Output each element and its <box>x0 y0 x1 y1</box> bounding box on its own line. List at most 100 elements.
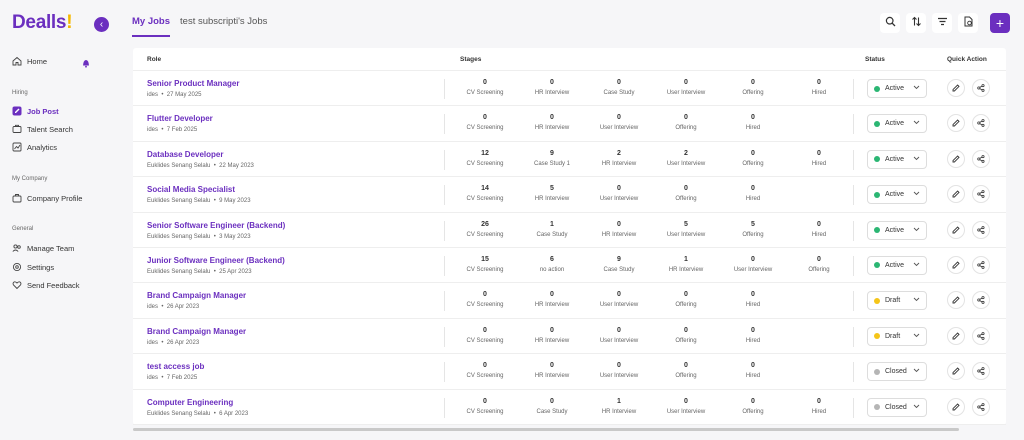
stage-cell[interactable]: 0 HR Interview <box>517 291 587 308</box>
sidebar-item-manage-team[interactable]: Manage Team <box>12 242 74 254</box>
stage-cell[interactable]: 12 CV Screening <box>450 150 520 167</box>
edit-job-button[interactable] <box>947 114 965 133</box>
stage-cell[interactable]: 5 Offering <box>718 221 788 238</box>
stage-cell[interactable]: 0 Offering <box>718 398 788 415</box>
stage-cell[interactable]: 0 Case Study <box>584 79 654 96</box>
stage-cell[interactable]: 0 HR Interview <box>517 362 587 379</box>
stage-cell[interactable]: 0 CV Screening <box>450 362 520 379</box>
edit-job-button[interactable] <box>947 149 965 168</box>
table-row[interactable]: Junior Software Engineer (Backend) Euklid… <box>133 248 1006 284</box>
edit-job-button[interactable] <box>947 220 965 239</box>
job-title-link[interactable]: Social Media Specialist <box>147 185 235 194</box>
stage-cell[interactable]: 0 User Interview <box>651 398 721 415</box>
share-job-button[interactable] <box>972 362 990 381</box>
add-job-button[interactable]: + <box>990 13 1010 33</box>
table-row[interactable]: Social Media Specialist Euklides Senang S… <box>133 177 1006 213</box>
stage-cell[interactable]: 0 User Interview <box>584 362 654 379</box>
stage-cell[interactable]: 0 User Interview <box>584 327 654 344</box>
search-button[interactable] <box>880 13 900 33</box>
stage-cell[interactable]: 0 CV Screening <box>450 79 520 96</box>
job-title-link[interactable]: Flutter Developer <box>147 114 213 123</box>
stage-cell[interactable]: 0 HR Interview <box>517 114 587 131</box>
stage-cell[interactable]: 0 User Interview <box>584 185 654 202</box>
stage-cell[interactable]: 9 Case Study <box>584 256 654 273</box>
share-job-button[interactable] <box>972 114 990 133</box>
job-title-link[interactable]: test access job <box>147 362 204 371</box>
stage-cell[interactable]: 9 Case Study 1 <box>517 150 587 167</box>
stage-cell[interactable]: 0 Hired <box>718 362 788 379</box>
stage-cell[interactable]: 0 User Interview <box>584 291 654 308</box>
share-job-button[interactable] <box>972 79 990 97</box>
sidebar-item-home[interactable]: Home <box>12 55 47 67</box>
stage-cell[interactable]: 0 Hired <box>784 79 854 96</box>
status-dropdown[interactable]: Closed <box>867 397 927 417</box>
job-title-link[interactable]: Junior Software Engineer (Backend) <box>147 256 285 265</box>
stage-cell[interactable]: 0 Hired <box>718 327 788 344</box>
share-job-button[interactable] <box>972 255 990 274</box>
sidebar-item-talent-search[interactable]: Talent Search <box>12 123 73 135</box>
tab-subscription-jobs[interactable]: test subscripti's Jobs <box>180 16 267 37</box>
stage-cell[interactable]: 1 Case Study <box>517 221 587 238</box>
job-title-link[interactable]: Senior Software Engineer (Backend) <box>147 221 285 230</box>
report-button[interactable] <box>958 13 978 33</box>
table-row[interactable]: Senior Software Engineer (Backend) Euklid… <box>133 213 1006 248</box>
share-job-button[interactable] <box>972 220 990 239</box>
job-title-link[interactable]: Brand Campaign Manager <box>147 327 246 336</box>
sort-button[interactable] <box>906 13 926 33</box>
stage-cell[interactable]: 0 CV Screening <box>450 114 520 131</box>
stage-cell[interactable]: 14 CV Screening <box>450 185 520 202</box>
status-dropdown[interactable]: Active <box>867 185 927 205</box>
sidebar-item-company-profile[interactable]: Company Profile <box>12 192 82 204</box>
job-title-link[interactable]: Database Developer <box>147 150 223 159</box>
status-dropdown[interactable]: Draft <box>867 326 927 346</box>
table-row[interactable]: test access job ides • 7 Feb 2025 0 CV Sc… <box>133 354 1006 390</box>
table-row[interactable]: Flutter Developer ides • 7 Feb 2025 0 CV … <box>133 106 1006 142</box>
stage-cell[interactable]: 0 Offering <box>651 291 721 308</box>
job-title-link[interactable]: Brand Campaign Manager <box>147 291 246 300</box>
stage-cell[interactable]: 0 HR Interview <box>517 327 587 344</box>
horizontal-scrollbar[interactable] <box>133 428 959 431</box>
sidebar-item-analytics[interactable]: Analytics <box>12 141 57 153</box>
stage-cell[interactable]: 0 Hired <box>718 291 788 308</box>
stage-cell[interactable]: 0 Offering <box>718 79 788 96</box>
stage-cell[interactable]: 0 HR Interview <box>517 79 587 96</box>
notification-icon[interactable] <box>82 55 90 68</box>
stage-cell[interactable]: 0 Offering <box>784 256 854 273</box>
stage-cell[interactable]: 0 User Interview <box>584 114 654 131</box>
filter-button[interactable] <box>932 13 952 33</box>
share-job-button[interactable] <box>972 291 990 310</box>
stage-cell[interactable]: 0 Hired <box>718 185 788 202</box>
job-title-link[interactable]: Senior Product Manager <box>147 79 239 88</box>
edit-job-button[interactable] <box>947 397 965 416</box>
stage-cell[interactable]: 0 Offering <box>651 362 721 379</box>
dealls-logo[interactable]: Dealls! <box>12 12 73 34</box>
stage-cell[interactable]: 26 CV Screening <box>450 221 520 238</box>
tab-my-jobs[interactable]: My Jobs <box>132 16 171 37</box>
stage-cell[interactable]: 0 Offering <box>651 185 721 202</box>
stage-cell[interactable]: 0 User Interview <box>651 79 721 96</box>
stage-cell[interactable]: 1 HR Interview <box>584 398 654 415</box>
stage-cell[interactable]: 15 CV Screening <box>450 256 520 273</box>
share-job-button[interactable] <box>972 149 990 168</box>
stage-cell[interactable]: 0 User Interview <box>718 256 788 273</box>
stage-cell[interactable]: 0 Hired <box>784 221 854 238</box>
edit-job-button[interactable] <box>947 185 965 204</box>
sidebar-item-job-post[interactable]: Job Post <box>12 105 59 117</box>
stage-cell[interactable]: 0 Hired <box>718 114 788 131</box>
table-row[interactable]: Brand Campaign Manager ides • 26 Apr 2023… <box>133 283 1006 319</box>
stage-cell[interactable]: 0 Offering <box>651 327 721 344</box>
status-dropdown[interactable]: Active <box>867 79 927 98</box>
share-job-button[interactable] <box>972 326 990 345</box>
status-dropdown[interactable]: Active <box>867 149 927 169</box>
status-dropdown[interactable]: Active <box>867 114 927 134</box>
edit-job-button[interactable] <box>947 291 965 310</box>
stage-cell[interactable]: 0 Hired <box>784 398 854 415</box>
edit-job-button[interactable] <box>947 79 965 97</box>
stage-cell[interactable]: 0 Offering <box>718 150 788 167</box>
share-job-button[interactable] <box>972 185 990 204</box>
stage-cell[interactable]: 0 Hired <box>784 150 854 167</box>
table-row[interactable]: Senior Product Manager ides • 27 May 2025… <box>133 71 1006 107</box>
status-dropdown[interactable]: Active <box>867 220 927 240</box>
stage-cell[interactable]: 2 User Interview <box>651 150 721 167</box>
edit-job-button[interactable] <box>947 255 965 274</box>
